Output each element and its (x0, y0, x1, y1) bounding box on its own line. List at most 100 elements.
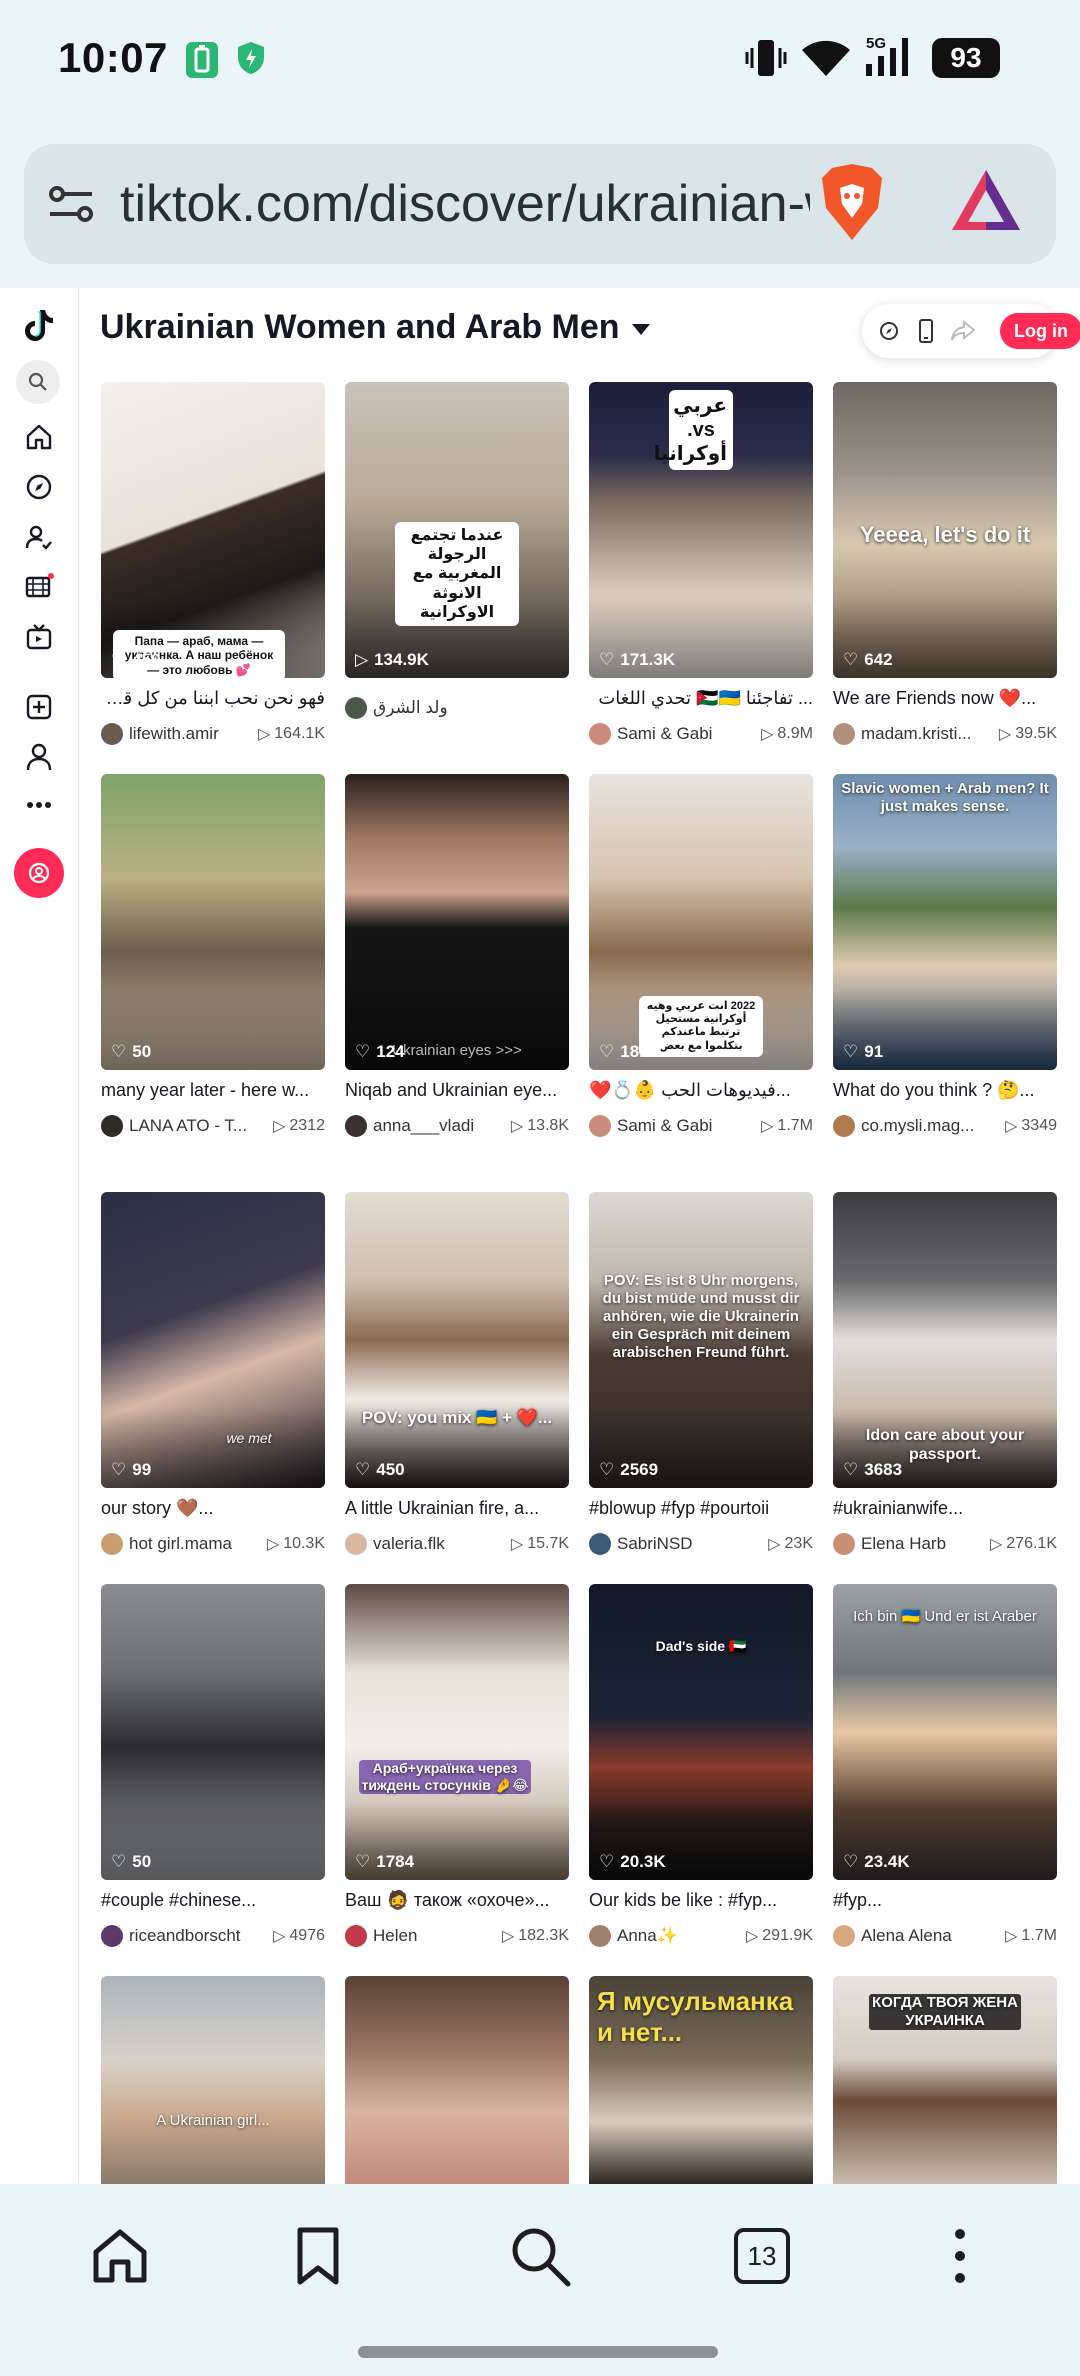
upload-icon[interactable] (20, 688, 58, 726)
tiktok-logo-icon[interactable] (20, 306, 58, 344)
avatar (345, 1115, 367, 1137)
login-button[interactable]: Log in (1000, 313, 1080, 349)
video-thumbnail[interactable]: Араб+українка через тиждень стосунків 🤌😂… (345, 1584, 569, 1880)
live-icon[interactable] (20, 568, 58, 606)
video-description[interactable]: Niqab and Ukrainian eye... (345, 1080, 569, 1101)
floating-action-icon[interactable] (14, 848, 64, 898)
video-thumbnail[interactable]: POV: you mix 🇺🇦 + ❤️... ♡ 450 (345, 1192, 569, 1488)
heart-outline-icon: ♡ (355, 1042, 371, 1061)
video-thumbnail[interactable]: Yeeea, let's do it ♡ 642 (833, 382, 1057, 678)
video-thumbnail[interactable]: Ukrainian eyes >>> ♡ 124 (345, 774, 569, 1070)
video-description[interactable]: فهو نحن نحب ابننا من كل قلوبنا... (101, 688, 325, 709)
video-thumbnail[interactable]: عندما تجتمع الرجولة المغربية مع الانوثة … (345, 382, 569, 678)
play-icon: ▷ (768, 1536, 781, 1553)
tv-icon[interactable] (20, 618, 58, 656)
play-count: ♡ 50 (111, 1852, 152, 1871)
video-thumbnail[interactable]: Я мусульманка и нет... (589, 1976, 813, 2184)
views-count: ▷ 3349 (1005, 1117, 1057, 1135)
views-count: ▷ 4976 (273, 1927, 325, 1945)
video-description[interactable]: #couple #chinese... (101, 1890, 325, 1911)
video-caption-overlay: POV: Es ist 8 Uhr morgens, du bist müde … (602, 1272, 800, 1361)
author-row[interactable]: Helen ▷ 182.3K (345, 1924, 569, 1948)
author-name: co.mysli.mag... (861, 1116, 975, 1135)
share-icon[interactable] (950, 319, 976, 347)
author-row[interactable]: hot girl.mama ▷ 10.3K (101, 1532, 325, 1556)
video-description[interactable]: our story 🤎... (101, 1498, 325, 1519)
author-row[interactable]: lifewith.amir ▷ 164.1K (101, 722, 325, 746)
heart-outline-icon: ♡ (843, 1852, 859, 1871)
play-count: ♡ 450 (111, 650, 161, 669)
more-icon[interactable] (20, 786, 58, 824)
author-row[interactable]: LANA ATO - T... ▷ 2312 (101, 1114, 325, 1138)
tabs-button[interactable]: 13 (726, 2220, 798, 2292)
play-icon: ▷ (257, 726, 271, 743)
video-description[interactable]: Our kids be like : #fyp... (589, 1890, 813, 1911)
author-name: lifewith.amir (129, 724, 219, 743)
video-description[interactable]: Ваш 🧔 також «охоче»... (345, 1890, 569, 1911)
video-thumbnail[interactable]: Slavic women + Arab men? It just makes s… (833, 774, 1057, 1070)
video-description[interactable]: We are Friends now ❤️... (833, 688, 1057, 709)
video-thumbnail[interactable]: ♡ 50 (101, 1584, 325, 1880)
url-text[interactable]: tiktok.com/discover/ukrainian-w (120, 174, 810, 234)
video-thumbnail[interactable]: Папа — араб, мама — украинка. А наш ребё… (101, 382, 325, 678)
profile-icon[interactable] (20, 738, 58, 776)
brave-shields-icon[interactable] (818, 164, 886, 247)
video-description[interactable]: #blowup #fyp #pourtoii (589, 1498, 813, 1519)
author-row[interactable]: Sami & Gabi ▷ 8.9M (589, 722, 813, 746)
avatar (101, 1115, 123, 1137)
author-row[interactable]: SabriNSD ▷ 23K (589, 1532, 813, 1556)
views-count: ▷ 13.8K (510, 1117, 569, 1135)
author-name: madam.kristi... (861, 724, 972, 743)
heart-outline-icon: ♡ (843, 650, 859, 669)
author-row[interactable]: co.mysli.mag... ▷ 3349 (833, 1114, 1057, 1138)
author-row[interactable]: ولد الشرق (345, 696, 569, 720)
author-row[interactable]: valeria.flk ▷ 15.7K (345, 1532, 569, 1556)
video-thumbnail[interactable]: Ich bin 🇺🇦 Und er ist Araber ♡ 23.4K (833, 1584, 1057, 1880)
author-row[interactable]: riceandborscht ▷ 4976 (101, 1924, 325, 1948)
play-icon: ▷ (761, 726, 774, 743)
chevron-down-icon[interactable] (631, 323, 650, 335)
video-description[interactable]: What do you think ? 🤔... (833, 1080, 1057, 1101)
video-thumbnail[interactable]: Idon care about your passport. ♡ 3683 (833, 1192, 1057, 1488)
video-thumbnail[interactable]: КОГДА ТВОЯ ЖЕНА УКРАИНКА (833, 1976, 1057, 2184)
play-outline-icon: ♡ (111, 650, 127, 669)
phone-icon[interactable] (918, 319, 934, 348)
video-description[interactable]: ... تفاجئنا 🇯🇴🇺🇦 تحدي اللغات (589, 688, 813, 709)
bookmark-button[interactable] (282, 2220, 354, 2292)
home-button[interactable] (84, 2220, 156, 2292)
author-row[interactable]: Sami & Gabi ▷ 1.7M (589, 1114, 813, 1138)
author-row[interactable]: Anna✨ ▷ 291.9K (589, 1924, 813, 1948)
brave-rewards-icon[interactable] (950, 168, 1022, 239)
signal-icon: 5G (864, 34, 920, 83)
explore-icon[interactable] (20, 468, 58, 506)
video-description[interactable]: ❤️💍👶 فيديوهات الحب... (589, 1080, 813, 1101)
video-description[interactable]: #fyp... (833, 1890, 1057, 1911)
author-row[interactable]: anna___vladi ▷ 13.8K (345, 1114, 569, 1138)
compass-icon[interactable] (878, 320, 900, 347)
video-thumbnail[interactable]: Dad's side 🇦🇪 ♡ 20.3K (589, 1584, 813, 1880)
search-button[interactable] (504, 2220, 576, 2292)
site-settings-icon[interactable] (48, 182, 94, 231)
video-thumbnail[interactable]: عربي vs. أوكرانيا ♡ 171.3K (589, 382, 813, 678)
following-icon[interactable] (20, 518, 58, 556)
video-description[interactable]: #ukrainianwife... (833, 1498, 1057, 1519)
menu-button[interactable] (924, 2220, 996, 2292)
home-icon[interactable] (20, 418, 58, 456)
author-row[interactable]: Alena Alena ▷ 1.7M (833, 1924, 1057, 1948)
video-thumbnail[interactable]: A Ukrainian girl... (101, 1976, 325, 2184)
author-row[interactable]: Elena Harb ▷ 276.1K (833, 1532, 1057, 1556)
search-icon[interactable] (16, 360, 60, 404)
author-name: SabriNSD (617, 1534, 693, 1553)
video-description[interactable]: A little Ukrainian fire, a... (345, 1498, 569, 1519)
url-bar[interactable]: tiktok.com/discover/ukrainian-w (24, 144, 1056, 264)
play-count: ▷ 134.9K (355, 650, 429, 669)
video-thumbnail[interactable] (345, 1976, 569, 2184)
video-thumbnail[interactable]: ♡ 50 (101, 774, 325, 1070)
home-indicator[interactable] (358, 2346, 718, 2358)
video-thumbnail[interactable]: we met ♡ 99 (101, 1192, 325, 1488)
video-description[interactable]: many year later - here w... (101, 1080, 325, 1101)
video-thumbnail[interactable]: POV: Es ist 8 Uhr morgens, du bist müde … (589, 1192, 813, 1488)
video-thumbnail[interactable]: 2022 انت عربي وهيه أوكرانية مستحيل ترتبط… (589, 774, 813, 1070)
page-title[interactable]: Ukrainian Women and Arab Men (100, 308, 650, 347)
author-row[interactable]: madam.kristi... ▷ 39.5K (833, 722, 1057, 746)
